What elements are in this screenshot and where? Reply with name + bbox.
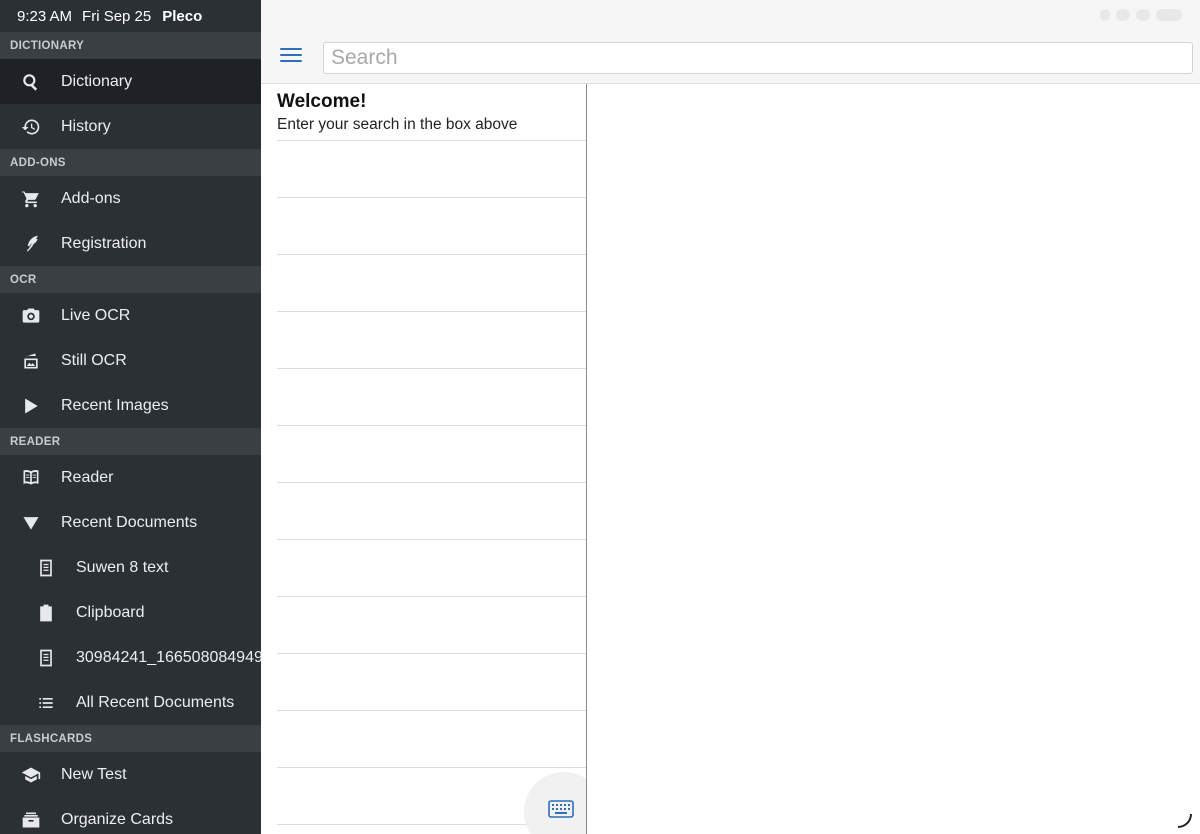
wifi-icon — [1136, 9, 1150, 21]
document-icon — [35, 557, 57, 579]
sidebar-item-label: Suwen 8 text — [76, 558, 169, 576]
sidebar: 9:23 AM Fri Sep 25 Pleco DICTIONARY Dict… — [0, 0, 261, 834]
sidebar-item-label: Clipboard — [76, 603, 145, 621]
sidebar-item-label: Recent Images — [61, 396, 169, 414]
top-bar — [261, 0, 1200, 84]
row-separator — [277, 767, 586, 768]
sidebar-item-clipboard[interactable]: Clipboard — [0, 590, 261, 635]
quill-icon — [20, 233, 42, 255]
welcome-message: Welcome! Enter your search in the box ab… — [277, 91, 517, 134]
menu-icon[interactable] — [280, 48, 302, 66]
detail-pane — [587, 84, 1200, 834]
welcome-title: Welcome! — [277, 91, 367, 112]
moon-icon — [1100, 9, 1110, 21]
row-separator — [277, 653, 586, 654]
welcome-subtitle: Enter your search in the box above — [277, 116, 518, 133]
status-app-name: Pleco — [162, 7, 203, 25]
sidebar-item-label: 30984241_1665080849492L — [76, 648, 261, 666]
sidebar-item-reader[interactable]: Reader — [0, 455, 261, 500]
status-bar: 9:23 AM Fri Sep 25 Pleco — [0, 0, 261, 32]
row-separator — [277, 311, 586, 312]
sidebar-item-label: Reader — [61, 468, 114, 486]
row-separator — [277, 482, 586, 483]
status-time: 9:23 AM — [17, 7, 73, 25]
battery-icon — [1156, 9, 1182, 21]
sidebar-item-label: All Recent Documents — [76, 693, 235, 711]
sidebar-item-label: Recent Documents — [61, 513, 198, 531]
sidebar-item-live-ocr[interactable]: Live OCR — [0, 293, 261, 338]
main-area: Welcome! Enter your search in the box ab… — [261, 0, 1200, 834]
sidebar-item-label: Live OCR — [61, 306, 131, 324]
camera-icon — [20, 305, 42, 327]
sidebar-item-recent-documents[interactable]: Recent Documents — [0, 500, 261, 545]
section-header-reader: READER — [0, 428, 261, 455]
resize-handle-icon — [1178, 814, 1192, 828]
sidebar-item-label: History — [61, 117, 111, 135]
status-icons — [1100, 9, 1182, 21]
section-header-add-ons: ADD-ONS — [0, 149, 261, 176]
sidebar-item-organize-cards[interactable]: Organize Cards — [0, 797, 261, 834]
triangle-down-icon — [20, 512, 42, 534]
keyboard-button[interactable] — [524, 772, 586, 834]
row-separator — [277, 197, 586, 198]
row-separator — [277, 596, 586, 597]
cellular-icon — [1116, 9, 1130, 21]
sidebar-item-label: Registration — [61, 234, 147, 252]
cart-icon — [20, 188, 42, 210]
sidebar-item-label: Dictionary — [61, 72, 133, 90]
history-icon — [20, 116, 42, 138]
sidebar-item-label: Still OCR — [61, 351, 127, 369]
card-box-icon — [20, 809, 42, 831]
row-separator — [277, 254, 586, 255]
sidebar-item-history[interactable]: History — [0, 104, 261, 149]
results-list: Welcome! Enter your search in the box ab… — [261, 84, 587, 834]
section-header-flashcards: FLASHCARDS — [0, 725, 261, 752]
sidebar-item-recent-images[interactable]: Recent Images — [0, 383, 261, 428]
status-date: Fri Sep 25 — [82, 7, 152, 25]
sidebar-item-dictionary[interactable]: Dictionary — [0, 59, 261, 104]
search-input[interactable] — [323, 42, 1193, 74]
play-icon — [20, 395, 42, 417]
row-separator — [277, 140, 586, 141]
section-header-dictionary: DICTIONARY — [0, 32, 261, 59]
sidebar-item-still-ocr[interactable]: Still OCR — [0, 338, 261, 383]
sidebar-item-add-ons[interactable]: Add-ons — [0, 176, 261, 221]
search-icon — [20, 71, 42, 93]
sidebar-item-suwen-8-text[interactable]: Suwen 8 text — [0, 545, 261, 590]
sidebar-item-label: New Test — [61, 765, 127, 783]
clipboard-icon — [35, 602, 57, 624]
sidebar-item-label: Add-ons — [61, 189, 121, 207]
book-icon — [20, 467, 42, 489]
row-separator — [277, 710, 586, 711]
row-separator — [277, 539, 586, 540]
image-stack-icon — [20, 350, 42, 372]
document-icon — [35, 647, 57, 669]
row-separator — [277, 425, 586, 426]
list-icon — [35, 692, 57, 714]
sidebar-item-all-recent-documents[interactable]: All Recent Documents — [0, 680, 261, 725]
sidebar-item-registration[interactable]: Registration — [0, 221, 261, 266]
graduation-cap-icon — [20, 764, 42, 786]
sidebar-item-label: Organize Cards — [61, 810, 174, 828]
sidebar-item-recent-document-file[interactable]: 30984241_1665080849492L — [0, 635, 261, 680]
row-separator — [277, 368, 586, 369]
section-header-ocr: OCR — [0, 266, 261, 293]
sidebar-item-new-test[interactable]: New Test — [0, 752, 261, 797]
